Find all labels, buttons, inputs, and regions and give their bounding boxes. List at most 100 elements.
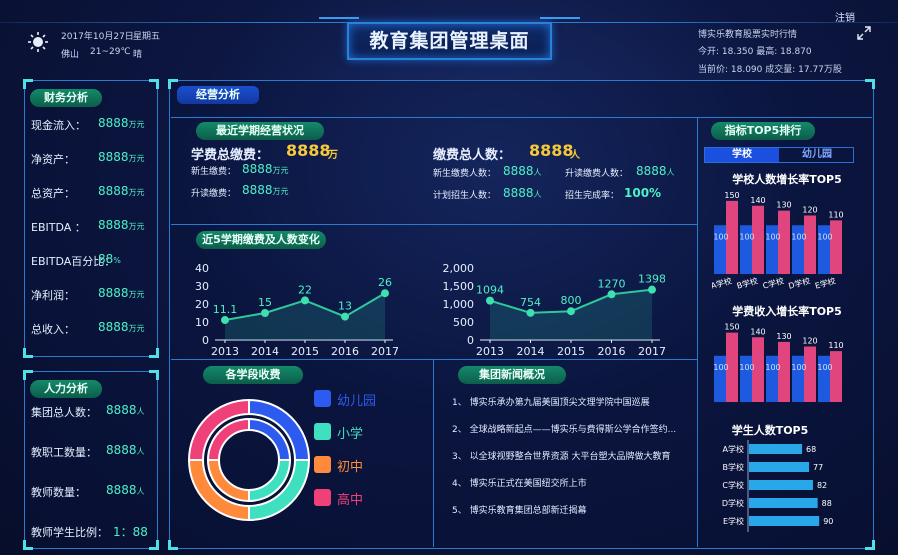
divider bbox=[697, 117, 698, 547]
bar-value-label: 77 bbox=[813, 463, 823, 472]
legend-swatch bbox=[314, 456, 331, 473]
bar-value bbox=[804, 346, 816, 402]
data-point bbox=[648, 285, 656, 294]
finance-label: 总收入： bbox=[31, 323, 75, 336]
hr-value: 8888人 bbox=[106, 483, 145, 497]
bar-base-label: 100 bbox=[739, 363, 754, 372]
y-tick-label: 0 bbox=[467, 334, 474, 347]
divider bbox=[433, 359, 434, 547]
bar-value-label: 120 bbox=[802, 206, 817, 215]
cont-people-label: 升读缴费人数： bbox=[565, 169, 629, 179]
total-people-unit: 人 bbox=[570, 150, 580, 161]
divider bbox=[171, 359, 697, 360]
news-item: 2、 全球战略新起点——博实乐与费得斯公学合作签约... bbox=[452, 425, 677, 435]
y-tick-label: 1,000 bbox=[443, 298, 475, 311]
bar-chart-growth: 学校人数增长率TOP5 100 150 A学校 100 140 B学校 100 130 C学校 10… bbox=[712, 172, 844, 290]
bar-value-label: 150 bbox=[724, 191, 739, 200]
tab-school[interactable]: 学校 bbox=[705, 148, 779, 162]
data-label: 22 bbox=[298, 283, 312, 296]
rate-label: 招生完成率： bbox=[565, 191, 620, 201]
new-people-label: 新生缴费人数： bbox=[433, 169, 497, 179]
data-point bbox=[486, 296, 494, 305]
legend-label: 幼儿园 bbox=[337, 394, 377, 409]
news-item: 1、 博实乐承办第九届美国顶尖文理学院中国巡展 bbox=[452, 398, 650, 408]
bar-value bbox=[778, 341, 790, 402]
finance-value: 88% bbox=[98, 252, 121, 266]
chart-title: 学费收入增长率TOP5 bbox=[732, 304, 842, 318]
x-tick-label: E学校 bbox=[814, 276, 837, 290]
tab-operations[interactable]: 经营分析 bbox=[177, 86, 259, 104]
chart-title: 学生人数TOP5 bbox=[732, 423, 809, 437]
plan-label: 计划招生人数： bbox=[433, 191, 497, 201]
data-point bbox=[381, 289, 389, 298]
x-tick-label: 2016 bbox=[331, 345, 359, 358]
bar-base-label: 100 bbox=[817, 363, 832, 372]
chart-title: 学校人数增长率TOP5 bbox=[732, 172, 842, 186]
bar-value-label: 110 bbox=[828, 341, 843, 350]
x-tick-label: 2016 bbox=[598, 345, 626, 358]
bar-value-label: 90 bbox=[823, 517, 833, 526]
hr-title: 人力分析 bbox=[30, 380, 102, 398]
total-people-label: 缴费总人数： bbox=[433, 148, 512, 163]
data-label: 11.1 bbox=[213, 303, 238, 316]
hr-value: 8888人 bbox=[106, 443, 145, 457]
y-tick-label: 20 bbox=[195, 298, 209, 311]
divider bbox=[171, 117, 872, 118]
data-point bbox=[221, 316, 229, 325]
stage-donut-chart bbox=[187, 398, 311, 522]
cont-people-value: 8888人 bbox=[636, 164, 675, 178]
data-point bbox=[341, 312, 349, 321]
finance-label: 净利润： bbox=[31, 289, 75, 302]
legend-label: 初中 bbox=[337, 460, 364, 475]
bar-chart-fee-growth: 学费收入增长率TOP5 100 150 100 140 100 130 100 120 100 11… bbox=[713, 304, 844, 402]
line-chart-people: 0 500 1,000 1,500 2,000 2013 2014 2015 2016 2017 1… bbox=[443, 262, 666, 358]
legend-swatch bbox=[314, 489, 331, 506]
finance-label: 净资产： bbox=[31, 153, 75, 166]
top5-tabs: 学校 幼儿园 bbox=[704, 147, 854, 163]
finance-title: 财务分析 bbox=[30, 89, 102, 107]
data-label: 800 bbox=[561, 294, 582, 307]
y-tick-label: 10 bbox=[195, 316, 209, 329]
trend-title: 近5学期缴费及人数变化 bbox=[196, 231, 326, 249]
x-tick-label: 2014 bbox=[251, 345, 279, 358]
finance-value: 8888万元 bbox=[98, 218, 145, 232]
bar-base-label: 100 bbox=[713, 363, 728, 372]
data-label: 13 bbox=[338, 300, 352, 313]
bar-base-label: 100 bbox=[817, 232, 832, 241]
bar-chart-students: 学生人数TOP5 A学校 68 B学校 77 C学校 82 D学校 88 E学校 90 bbox=[722, 423, 833, 532]
page-title: 教育集团管理桌面 bbox=[319, 17, 580, 60]
logout-button[interactable]: 注销 bbox=[835, 9, 855, 24]
fullscreen-icon[interactable] bbox=[856, 25, 872, 41]
bar bbox=[749, 462, 810, 472]
data-label: 26 bbox=[378, 276, 392, 289]
y-tick-label: 40 bbox=[195, 262, 209, 275]
hr-value: 1：88 bbox=[113, 525, 148, 539]
y-tick-label: C学校 bbox=[722, 480, 744, 490]
data-point bbox=[301, 296, 309, 305]
bar-value bbox=[778, 210, 790, 274]
bar-base-label: 100 bbox=[765, 363, 780, 372]
hr-value: 8888人 bbox=[106, 403, 145, 417]
data-label: 15 bbox=[258, 296, 272, 309]
y-tick-label: E学校 bbox=[723, 516, 744, 526]
weekday-text: 星期五 bbox=[133, 32, 161, 42]
x-tick-label: 2014 bbox=[517, 345, 545, 358]
finance-value: 8888万元 bbox=[98, 116, 145, 130]
total-fee-label: 学费总缴费： bbox=[191, 148, 270, 163]
new-fee-label: 新生缴费： bbox=[191, 167, 237, 177]
bar-base-label: 100 bbox=[791, 232, 806, 241]
stage-title: 各学段收费 bbox=[203, 366, 303, 384]
hr-label: 教职工数量： bbox=[31, 446, 97, 459]
new-people-value: 8888人 bbox=[503, 164, 542, 178]
legend-swatch bbox=[314, 390, 331, 407]
date-text: 2017年10月27日 bbox=[61, 32, 134, 42]
finance-value: 8888万元 bbox=[98, 320, 145, 334]
bar-value bbox=[830, 220, 842, 274]
rate-value: 100% bbox=[624, 186, 662, 200]
temp-text: 21~29℃ bbox=[90, 47, 131, 57]
finance-label: 现金流入： bbox=[31, 119, 86, 132]
city-text: 佛山 bbox=[61, 50, 80, 60]
semester-title: 最近学期经营状况 bbox=[196, 122, 324, 140]
tab-kindergarten[interactable]: 幼儿园 bbox=[780, 148, 854, 162]
cont-fee-label: 升读缴费： bbox=[191, 189, 237, 199]
